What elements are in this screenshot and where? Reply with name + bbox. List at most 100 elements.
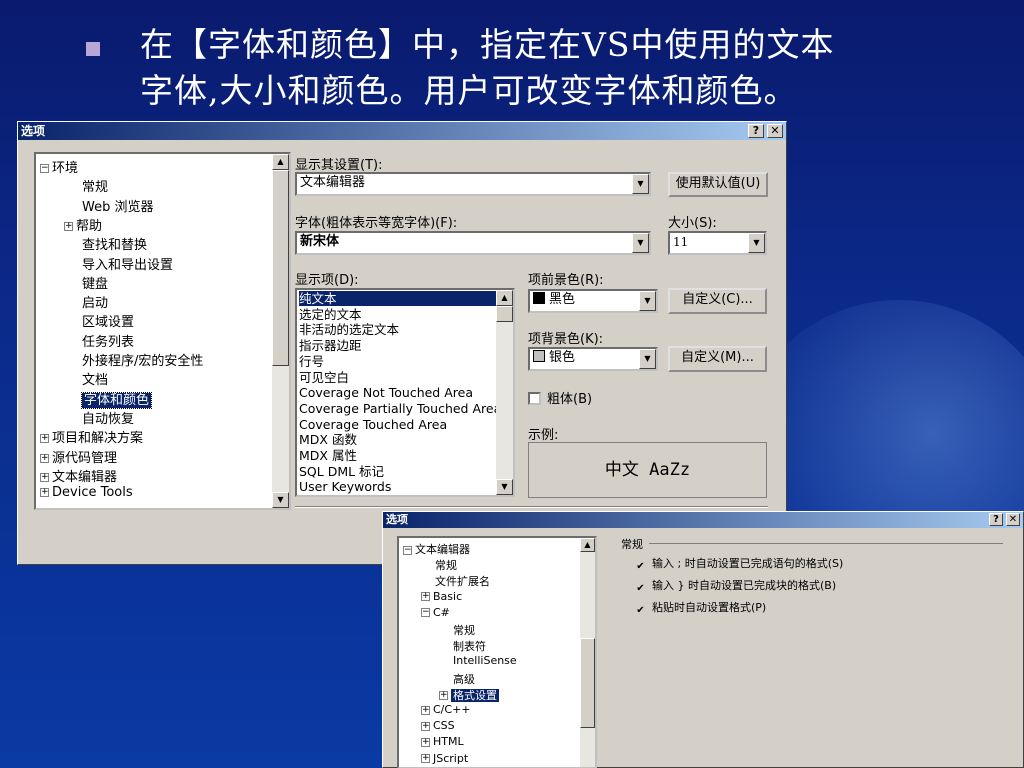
- use-defaults-button[interactable]: 使用默认值(U): [668, 172, 768, 197]
- scroll-down-arrow[interactable]: ▼: [272, 492, 289, 508]
- list-item[interactable]: 可见空白: [299, 370, 496, 385]
- expand-icon[interactable]: +: [421, 737, 430, 747]
- list-item[interactable]: 行号: [299, 354, 496, 369]
- tree-item[interactable]: + 源代码管理: [40, 447, 117, 466]
- options-tree[interactable]: − 文本编辑器 常规 文件扩展名 + Basic − C# 常规 制表符 IntelliSense 高…: [397, 536, 597, 768]
- scroll-thumb[interactable]: [272, 170, 289, 366]
- expand-icon[interactable]: +: [64, 221, 73, 231]
- tree-item[interactable]: + Device Tools: [40, 485, 133, 500]
- display-items-list[interactable]: 纯文本 选定的文本 非活动的选定文本 指示器边距 行号 可见空白 Coverage Not …: [295, 288, 515, 497]
- collapse-icon[interactable]: −: [421, 608, 430, 618]
- tree-item[interactable]: 制表符: [453, 638, 486, 654]
- tree-item[interactable]: 区域设置: [82, 311, 134, 330]
- list-item[interactable]: User Keywords: [299, 479, 496, 494]
- tree-item[interactable]: − C#: [421, 606, 450, 619]
- tree-item[interactable]: 外接程序/宏的安全性: [82, 350, 203, 369]
- tree-item[interactable]: 常规: [82, 176, 108, 195]
- tree-item[interactable]: 字体和颜色: [80, 389, 153, 409]
- list-item[interactable]: Coverage Partially Touched Area: [299, 401, 501, 416]
- tree-scrollbar[interactable]: ▲: [580, 538, 595, 767]
- help-button[interactable]: ?: [748, 124, 764, 138]
- tree-item[interactable]: IntelliSense: [453, 654, 517, 667]
- tree-item[interactable]: + CSS: [421, 719, 455, 732]
- tree-item[interactable]: + 文本编辑器: [40, 466, 117, 485]
- tree-item[interactable]: 常规: [435, 557, 457, 573]
- tree-item[interactable]: + Basic: [421, 590, 462, 603]
- chevron-down-icon[interactable]: ▼: [632, 233, 649, 253]
- collapse-icon[interactable]: −: [403, 545, 412, 555]
- expand-icon[interactable]: +: [40, 434, 49, 444]
- tree-item-label: C#: [433, 605, 450, 619]
- expand-icon[interactable]: +: [40, 472, 49, 482]
- checkbox-box[interactable]: ✔: [635, 584, 646, 595]
- list-item[interactable]: Coverage Not Touched Area: [299, 385, 496, 400]
- option-checkbox[interactable]: ✔ 粘贴时自动设置格式(P): [635, 599, 766, 617]
- fg-color-combo[interactable]: 黑色 ▼: [528, 289, 658, 313]
- chevron-down-icon[interactable]: ▼: [639, 291, 656, 311]
- tree-item[interactable]: 任务列表: [82, 331, 134, 350]
- scroll-up-arrow[interactable]: ▲: [496, 290, 513, 306]
- tree-item-label: 文本编辑器: [415, 543, 470, 556]
- checkbox-box[interactable]: ✔: [635, 562, 646, 573]
- bg-color-combo[interactable]: 银色 ▼: [528, 347, 658, 371]
- tree-item[interactable]: Web 浏览器: [82, 196, 153, 215]
- tree-item[interactable]: + 帮助: [64, 215, 102, 234]
- list-item[interactable]: SQL DML 标记: [299, 464, 496, 479]
- close-button[interactable]: ✕: [767, 124, 783, 138]
- tree-item[interactable]: 高级: [453, 671, 475, 687]
- tree-item[interactable]: 启动: [82, 292, 108, 311]
- bg-custom-button[interactable]: 自定义(M)...: [668, 346, 767, 372]
- list-item[interactable]: Coverage Touched Area: [299, 417, 496, 432]
- help-button[interactable]: ?: [989, 513, 1003, 526]
- checkbox-box[interactable]: ✔: [635, 606, 646, 617]
- expand-icon[interactable]: +: [421, 754, 430, 764]
- tree-item[interactable]: 自动恢复: [82, 408, 134, 427]
- tree-item[interactable]: 导入和导出设置: [82, 254, 173, 273]
- tree-item[interactable]: 文件扩展名: [435, 573, 490, 589]
- scroll-up-arrow[interactable]: ▲: [272, 154, 289, 170]
- chevron-down-icon[interactable]: ▼: [632, 174, 649, 194]
- tree-item[interactable]: − 环境: [40, 157, 78, 176]
- scroll-up-arrow[interactable]: ▲: [580, 538, 595, 552]
- options-tree[interactable]: − 环境 常规 Web 浏览器 + 帮助 查找和替换 导入和导出设置 键盘 启动 区域设置 任务列表外…: [34, 152, 291, 510]
- tree-item[interactable]: + 格式设置: [439, 687, 499, 703]
- tree-item[interactable]: 键盘: [82, 273, 108, 292]
- expand-icon[interactable]: +: [40, 488, 49, 498]
- list-item[interactable]: 非活动的选定文本: [299, 322, 496, 337]
- expand-icon[interactable]: +: [439, 691, 448, 701]
- bold-checkbox[interactable]: 粗体(B): [528, 388, 592, 407]
- font-combo[interactable]: 新宋体 ▼: [295, 231, 651, 255]
- chevron-down-icon[interactable]: ▼: [639, 349, 656, 369]
- list-item[interactable]: 选定的文本: [299, 307, 496, 322]
- tree-item[interactable]: 文档: [82, 369, 108, 388]
- show-settings-combo[interactable]: 文本编辑器 ▼: [295, 172, 651, 196]
- list-item[interactable]: 指示器边距: [299, 338, 496, 353]
- tree-item[interactable]: + JScript: [421, 752, 468, 765]
- tree-item[interactable]: + C/C++: [421, 703, 471, 716]
- chevron-down-icon[interactable]: ▼: [748, 233, 765, 253]
- expand-icon[interactable]: +: [421, 592, 430, 602]
- tree-item[interactable]: − 文本编辑器: [403, 541, 470, 557]
- option-checkbox[interactable]: ✔ 输入 } 时自动设置已完成块的格式(B): [635, 577, 836, 595]
- tree-item[interactable]: 查找和替换: [82, 234, 147, 253]
- bold-checkbox-box[interactable]: [528, 392, 541, 405]
- option-checkbox[interactable]: ✔ 输入 ; 时自动设置已完成语句的格式(S): [635, 555, 843, 573]
- collapse-icon[interactable]: −: [40, 164, 49, 173]
- tree-item[interactable]: + HTML: [421, 735, 464, 748]
- close-button[interactable]: ✕: [1006, 513, 1020, 526]
- list-item[interactable]: MDX 属性: [299, 448, 496, 463]
- list-item[interactable]: MDX 函数: [299, 432, 496, 447]
- tree-item[interactable]: 常规: [453, 622, 475, 638]
- tree-scrollbar[interactable]: ▲ ▼: [272, 154, 289, 508]
- scroll-down-arrow[interactable]: ▼: [496, 479, 513, 495]
- list-item[interactable]: 纯文本: [299, 291, 496, 306]
- scroll-thumb[interactable]: [496, 306, 513, 322]
- tree-item[interactable]: + 项目和解决方案: [40, 427, 143, 446]
- scroll-thumb[interactable]: [580, 638, 595, 728]
- fg-custom-button[interactable]: 自定义(C)...: [668, 288, 767, 314]
- expand-icon[interactable]: +: [421, 705, 430, 715]
- expand-icon[interactable]: +: [421, 721, 430, 731]
- size-combo[interactable]: 11 ▼: [668, 231, 767, 255]
- expand-icon[interactable]: +: [40, 453, 49, 463]
- list-scrollbar[interactable]: ▲ ▼: [496, 290, 513, 495]
